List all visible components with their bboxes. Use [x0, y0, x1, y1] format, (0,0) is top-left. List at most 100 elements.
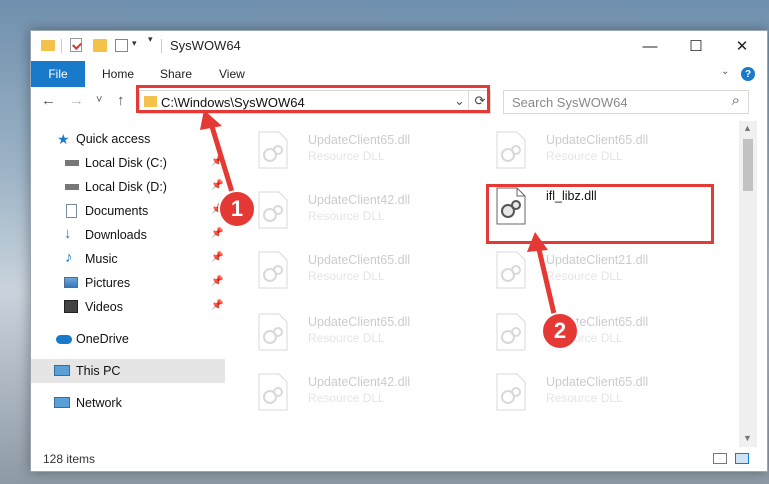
dll-file-icon [258, 251, 288, 289]
file-type: Resource DLL [546, 391, 623, 405]
large-icons-view-icon[interactable] [735, 453, 749, 464]
dll-file-icon [496, 251, 526, 289]
scrollbar-thumb[interactable] [743, 139, 753, 191]
pin-icon: 📌 [211, 156, 224, 167]
file-type: Resource DLL [308, 391, 385, 405]
file-type: Resource DLL [308, 331, 385, 345]
file-name: UpdateClient65.dll [308, 253, 411, 267]
status-bar: 128 items [31, 447, 767, 471]
sidebar-item-network[interactable]: Network [31, 391, 225, 415]
sidebar-item-onedrive[interactable]: OneDrive [31, 327, 225, 351]
file-item[interactable]: UpdateClient65.dll Resource DLL [486, 369, 706, 429]
forward-button[interactable]: → [69, 92, 84, 109]
file-type: Resource DLL [546, 269, 623, 283]
item-count: 128 items [43, 452, 96, 466]
sidebar-item-label: Documents [85, 204, 149, 218]
close-button[interactable]: ✕ [719, 31, 765, 61]
customize-icon[interactable] [115, 39, 128, 52]
file-name: UpdateClient65.dll [308, 133, 411, 147]
pin-icon: 📌 [211, 276, 224, 287]
sidebar-item-local-disk-c[interactable]: Local Disk (C:) 📌 [31, 151, 225, 175]
sidebar-item-documents[interactable]: Documents 📌 [31, 199, 225, 223]
recent-locations-button[interactable]: ˅ [96, 94, 102, 106]
step-1-badge: 1 [218, 190, 256, 228]
pin-icon: 📌 [211, 252, 224, 263]
pin-icon: 📌 [211, 180, 224, 191]
sidebar-item-label: Quick access [76, 132, 151, 146]
maximize-button[interactable]: ☐ [673, 31, 719, 61]
sidebar-item-label: Downloads [85, 228, 147, 242]
check-mark [72, 40, 82, 50]
sidebar-item-pictures[interactable]: Pictures 📌 [31, 271, 225, 295]
videos-icon [64, 300, 78, 313]
dll-file-icon [258, 373, 288, 411]
file-item[interactable]: UpdateClient42.dll Resource DLL [248, 187, 468, 247]
file-item[interactable]: UpdateClient65.dll Resource DLL [486, 309, 706, 369]
scroll-down-arrow-icon[interactable]: ▼ [743, 433, 752, 443]
vertical-scrollbar[interactable]: ▲ ▼ [739, 121, 757, 447]
dll-file-icon [258, 313, 288, 351]
expand-ribbon-icon[interactable]: ⌄ [721, 66, 729, 77]
file-name: UpdateClient42.dll [308, 193, 411, 207]
search-placeholder: Search SysWOW64 [512, 95, 628, 110]
dll-file-icon [258, 191, 288, 229]
tab-share[interactable]: Share [160, 67, 192, 81]
file-item[interactable]: UpdateClient65.dll Resource DLL [486, 127, 706, 187]
divider [61, 39, 62, 53]
search-icon[interactable]: ⌕ [732, 92, 740, 109]
sidebar-item-local-disk-d[interactable]: Local Disk (D:) 📌 [31, 175, 225, 199]
navigation-pane: ★ Quick access Local Disk (C:) 📌 Local D… [31, 123, 225, 445]
dll-file-icon [496, 373, 526, 411]
file-highlight [486, 184, 714, 244]
file-item[interactable]: UpdateClient42.dll Resource DLL [248, 369, 468, 429]
help-icon[interactable]: ? [741, 67, 755, 81]
sidebar-item-label: Local Disk (C:) [85, 156, 167, 170]
address-bar-highlight [136, 85, 490, 113]
ribbon: File Home Share View ⌄ ? [31, 61, 767, 88]
step-2-badge: 2 [541, 312, 579, 350]
new-folder-icon[interactable] [93, 39, 107, 52]
downloads-icon: ↓ [64, 225, 72, 242]
tab-home[interactable]: Home [102, 67, 134, 81]
file-item[interactable]: UpdateClient65.dll Resource DLL [248, 247, 468, 307]
drive-icon [65, 184, 79, 190]
pictures-icon [64, 277, 78, 288]
sidebar-item-label: Music [85, 252, 118, 266]
properties-icon[interactable] [70, 38, 82, 52]
window-title: SysWOW64 [170, 38, 241, 53]
back-button[interactable]: ← [41, 92, 56, 109]
sidebar-item-this-pc[interactable]: This PC [31, 359, 225, 383]
dll-file-icon [496, 313, 526, 351]
sidebar-item-videos[interactable]: Videos 📌 [31, 295, 225, 319]
sidebar-item-label: This PC [76, 364, 121, 378]
drive-icon [65, 160, 79, 166]
pin-icon: 📌 [211, 228, 224, 239]
up-button[interactable]: ↑ [117, 92, 125, 109]
file-type: Resource DLL [308, 269, 385, 283]
details-view-icon[interactable] [713, 453, 727, 464]
minimize-button[interactable]: — [627, 31, 673, 61]
sidebar-item-quick-access[interactable]: ★ Quick access [31, 127, 225, 151]
file-item[interactable]: UpdateClient65.dll Resource DLL [248, 309, 468, 369]
sidebar-item-downloads[interactable]: ↓ Downloads 📌 [31, 223, 225, 247]
music-icon: ♪ [65, 249, 73, 266]
file-list: UpdateClient65.dll Resource DLL UpdateCl… [238, 123, 741, 445]
quick-access-toolbar-dropdown-icon[interactable]: ▾ [148, 34, 153, 50]
folder-icon [41, 40, 55, 51]
file-name: UpdateClient21.dll [546, 253, 649, 267]
file-item[interactable]: UpdateClient65.dll Resource DLL [248, 127, 468, 187]
file-tab[interactable]: File [31, 61, 85, 87]
dll-file-icon [496, 131, 526, 169]
file-name: UpdateClient65.dll [546, 375, 649, 389]
file-name: UpdateClient65.dll [308, 315, 411, 329]
customize-dropdown-icon[interactable]: ▾ [132, 38, 137, 54]
sidebar-item-label: Pictures [85, 276, 131, 290]
this-pc-icon [54, 365, 70, 376]
scroll-up-arrow-icon[interactable]: ▲ [743, 123, 752, 133]
sidebar-item-label: Videos [85, 300, 123, 314]
title-bar: ▾ ▾ SysWOW64 — ☐ ✕ [31, 31, 767, 61]
search-input[interactable]: Search SysWOW64 ⌕ [503, 90, 749, 114]
tab-view[interactable]: View [219, 67, 245, 81]
sidebar-item-music[interactable]: ♪ Music 📌 [31, 247, 225, 271]
file-item[interactable]: UpdateClient21.dll Resource DLL [486, 247, 706, 307]
